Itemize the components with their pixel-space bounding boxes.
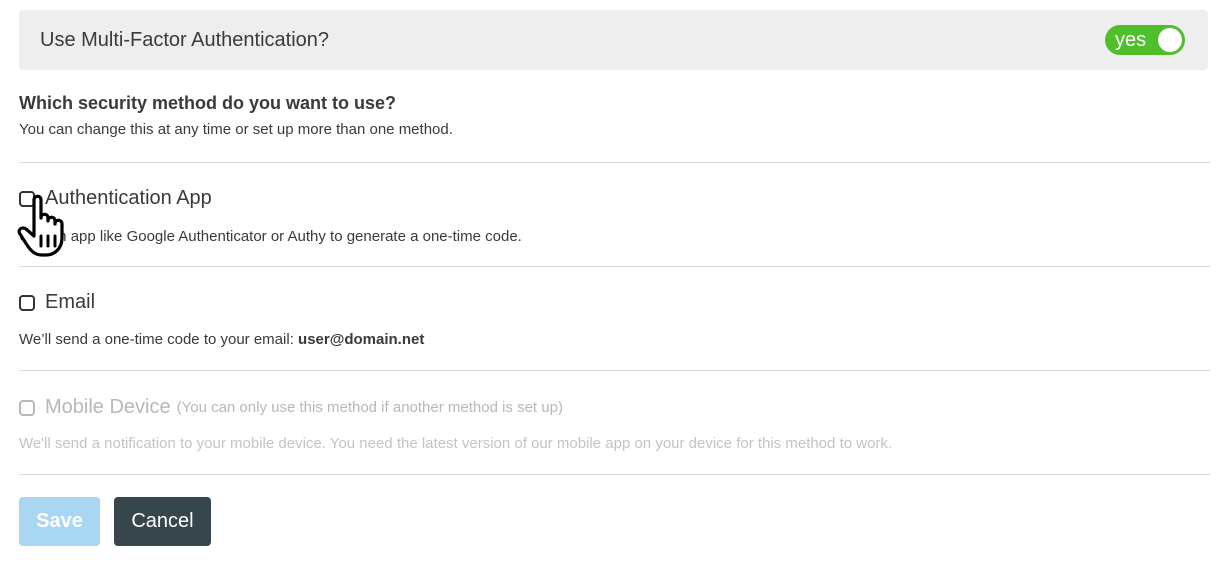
email-title: Email (45, 291, 96, 313)
option-mobile-device: Mobile Device (You can only use this met… (19, 396, 563, 419)
cancel-button[interactable]: Cancel (114, 497, 211, 546)
mfa-title: Use Multi-Factor Authentication? (40, 28, 330, 51)
mobile-device-checkbox (19, 399, 35, 416)
toggle-label: yes (1115, 29, 1147, 51)
auth-app-description: Use an app like Google Authenticator or … (19, 228, 522, 245)
mfa-toggle[interactable]: yes (1105, 25, 1185, 55)
mobile-device-description: We'll send a notification to your mobile… (19, 435, 893, 452)
divider (19, 474, 1210, 475)
divider (19, 266, 1210, 267)
divider (19, 162, 1210, 163)
method-question: Which security method do you want to use… (19, 93, 397, 113)
option-email: Email (19, 291, 95, 314)
method-question-subtitle: You can change this at any time or set u… (19, 121, 453, 138)
save-button[interactable]: Save (19, 497, 100, 546)
email-description-text: We’ll send a one-time code to your email… (19, 331, 299, 348)
email-description: We’ll send a one-time code to your email… (19, 331, 424, 348)
email-checkbox[interactable] (19, 294, 35, 311)
email-address: user@domain.net (298, 331, 425, 348)
mobile-device-title: Mobile Device (45, 396, 171, 418)
toggle-knob (1158, 28, 1182, 52)
auth-app-checkbox[interactable] (19, 190, 35, 207)
mobile-device-note: (You can only use this method if another… (176, 399, 563, 416)
divider (19, 370, 1210, 371)
mfa-setting-bar: Use Multi-Factor Authentication? yes (19, 10, 1208, 70)
auth-app-title: Authentication App (45, 187, 212, 209)
option-auth-app: Authentication App (19, 187, 212, 210)
